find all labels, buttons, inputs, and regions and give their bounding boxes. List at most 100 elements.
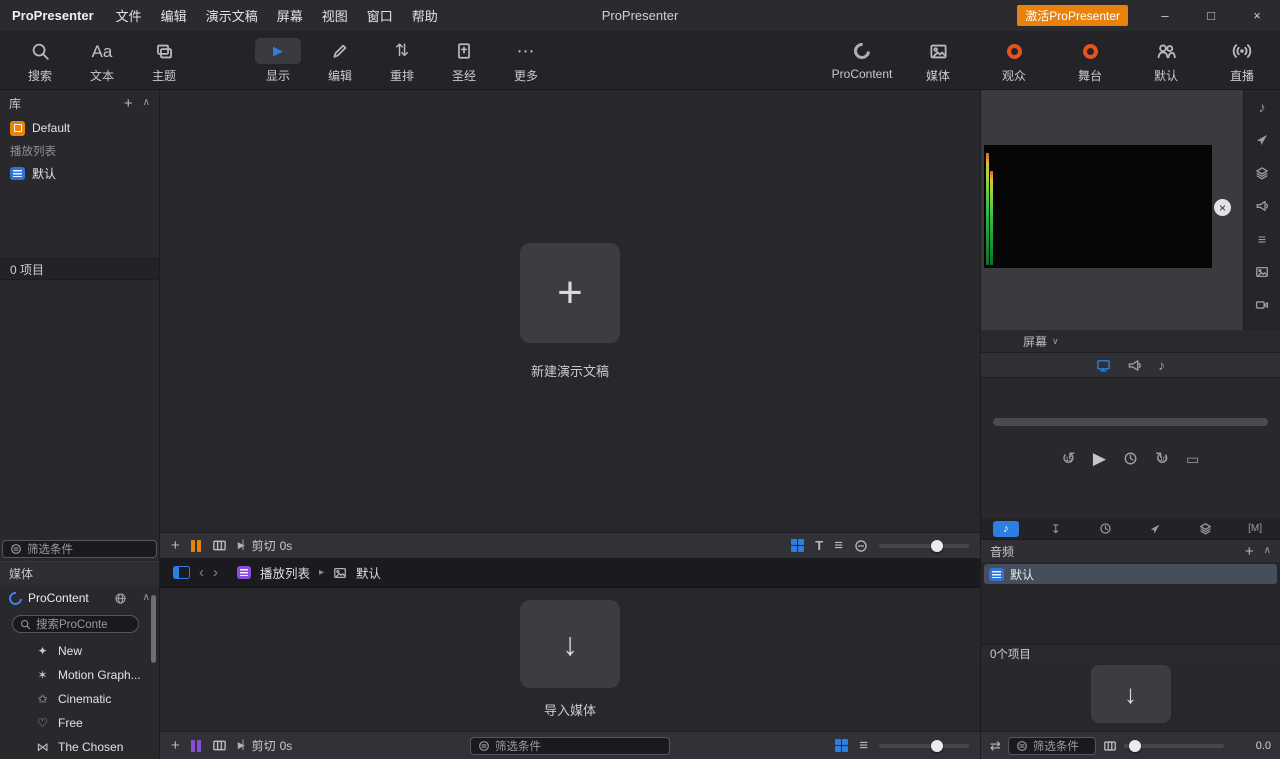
playback-timer-icon[interactable] bbox=[1123, 451, 1138, 466]
procontent-category-cinematic[interactable]: ✩ Cinematic bbox=[0, 687, 159, 711]
slider-track[interactable] bbox=[879, 744, 969, 748]
minimize-button[interactable]: – bbox=[1142, 0, 1188, 32]
toolbar-live-button[interactable]: 直播 bbox=[1218, 38, 1266, 84]
grid-view-button[interactable] bbox=[835, 739, 849, 753]
menu-help[interactable]: 帮助 bbox=[412, 6, 438, 25]
slider-thumb[interactable] bbox=[931, 540, 943, 552]
transition-icon[interactable] bbox=[212, 538, 227, 553]
group-color-icon[interactable] bbox=[191, 540, 201, 552]
transition-duration-control[interactable]: ▶▏ 剪切 0s bbox=[238, 537, 293, 554]
layers-icon[interactable] bbox=[1255, 166, 1269, 180]
procontent-source-row[interactable]: ProContent ∧ bbox=[0, 585, 159, 611]
view-options-button[interactable] bbox=[854, 539, 868, 553]
media-filter-input[interactable]: 筛选条件 bbox=[470, 737, 670, 755]
toolbar-text-button[interactable]: Aa 文本 bbox=[78, 38, 126, 84]
new-presentation-button[interactable]: + bbox=[520, 243, 620, 343]
props-arrow-icon[interactable] bbox=[1255, 133, 1269, 147]
skip-back-15-button[interactable]: ↺ 15 bbox=[1062, 450, 1076, 467]
group-color-icon[interactable] bbox=[191, 740, 201, 752]
volume-slider[interactable] bbox=[1124, 739, 1224, 753]
procontent-category-motion-graphics[interactable]: ✶ Motion Graph... bbox=[0, 663, 159, 687]
text-view-button[interactable]: T bbox=[815, 538, 823, 553]
video-camera-icon[interactable] bbox=[1255, 298, 1269, 312]
audio-collapse-button[interactable]: ∧ bbox=[1264, 546, 1271, 556]
add-media-button[interactable]: + bbox=[171, 738, 180, 753]
procontent-category-free[interactable]: ♡ Free bbox=[0, 711, 159, 735]
slider-track[interactable] bbox=[879, 544, 969, 548]
add-slide-button[interactable]: + bbox=[171, 538, 180, 553]
toolbar-more-button[interactable]: ⋯ 更多 bbox=[502, 38, 550, 84]
import-media-button[interactable]: ↓ bbox=[520, 600, 620, 688]
sidebar-toggle-icon[interactable] bbox=[173, 566, 190, 579]
library-add-button[interactable]: + bbox=[124, 96, 133, 111]
grid-view-button[interactable] bbox=[791, 539, 805, 553]
tab-audio-bin[interactable]: ♪ bbox=[981, 518, 1031, 539]
playlist-item-default[interactable]: 默认 bbox=[0, 161, 159, 185]
audio-import-button[interactable]: ↓ bbox=[1091, 665, 1171, 723]
menu-screens[interactable]: 屏幕 bbox=[277, 6, 303, 25]
screen-selector[interactable]: 屏幕 ∨ bbox=[981, 330, 1280, 352]
audio-filter-input[interactable]: 筛选条件 bbox=[1008, 737, 1096, 755]
lyrics-lines-icon[interactable]: ≡ bbox=[1258, 232, 1266, 246]
toolbar-show-button[interactable]: ▶ 显示 bbox=[254, 38, 302, 84]
menu-window[interactable]: 窗口 bbox=[367, 6, 393, 25]
tab-screen-preview[interactable] bbox=[1096, 358, 1111, 373]
tab-timers[interactable] bbox=[1081, 518, 1131, 539]
breadcrumb-playlist[interactable]: 播放列表 bbox=[260, 563, 310, 582]
toolbar-procontent-button[interactable]: ProContent bbox=[838, 38, 886, 84]
slider-thumb[interactable] bbox=[1129, 740, 1141, 752]
audio-add-button[interactable]: + bbox=[1245, 544, 1254, 559]
back-button[interactable]: ‹ bbox=[199, 565, 204, 580]
list-view-button[interactable]: ≡ bbox=[859, 738, 868, 753]
close-button[interactable]: × bbox=[1234, 0, 1280, 32]
media-size-slider[interactable] bbox=[879, 739, 969, 753]
playback-progress-bar[interactable] bbox=[993, 418, 1268, 426]
toolbar-reflow-button[interactable]: ⇅ 重排 bbox=[378, 38, 426, 84]
maximize-button[interactable]: □ bbox=[1188, 0, 1234, 32]
tab-audio-routing[interactable]: ↧ bbox=[1031, 518, 1081, 539]
toolbar-theme-button[interactable]: 主题 bbox=[140, 38, 188, 84]
toolbar-default-audience-button[interactable]: 默认 bbox=[1142, 38, 1190, 84]
media-image-icon[interactable] bbox=[1255, 265, 1269, 279]
transition-icon[interactable] bbox=[1103, 739, 1117, 753]
toolbar-audience-button[interactable]: 观众 bbox=[990, 38, 1038, 84]
slider-thumb[interactable] bbox=[931, 740, 943, 752]
transition-duration-control[interactable]: ▶▏ 剪切 0s bbox=[238, 737, 293, 754]
tab-messages[interactable] bbox=[1127, 358, 1142, 373]
library-collapse-button[interactable]: ∧ bbox=[143, 98, 150, 108]
messages-megaphone-icon[interactable] bbox=[1255, 199, 1269, 213]
audio-playlist-default[interactable]: 默认 bbox=[984, 564, 1277, 584]
menu-presentation[interactable]: 演示文稿 bbox=[206, 6, 258, 25]
tab-props[interactable] bbox=[1130, 518, 1180, 539]
tab-layers[interactable] bbox=[1180, 518, 1230, 539]
slide-size-slider[interactable] bbox=[879, 539, 969, 553]
transition-icon[interactable] bbox=[212, 738, 227, 753]
procontent-category-the-chosen[interactable]: ⋈ The Chosen bbox=[0, 735, 159, 759]
tab-audio[interactable]: ♪ bbox=[1158, 357, 1165, 373]
clear-preview-button[interactable]: × bbox=[1214, 199, 1231, 216]
toolbar-media-button[interactable]: 媒体 bbox=[914, 38, 962, 84]
list-view-button[interactable]: ≡ bbox=[834, 538, 843, 553]
menu-view[interactable]: 视图 bbox=[322, 6, 348, 25]
toolbar-bible-button[interactable]: 圣经 bbox=[440, 38, 488, 84]
procontent-collapse-button[interactable]: ∧ bbox=[143, 593, 150, 603]
toolbar-edit-button[interactable]: 编辑 bbox=[316, 38, 364, 84]
toolbar-stage-button[interactable]: 舞台 bbox=[1066, 38, 1114, 84]
skip-forward-10-button[interactable]: ↻ -10 bbox=[1155, 450, 1169, 467]
play-button[interactable]: ▶ bbox=[1093, 450, 1106, 467]
activate-propresenter-button[interactable]: 激活ProPresenter bbox=[1017, 5, 1128, 26]
forward-button[interactable]: › bbox=[213, 565, 218, 580]
tab-midi[interactable]: [M] bbox=[1230, 518, 1280, 539]
menu-edit[interactable]: 编辑 bbox=[161, 6, 187, 25]
library-item-default[interactable]: Default bbox=[0, 116, 159, 140]
procontent-category-new[interactable]: ✦ New bbox=[0, 639, 159, 663]
toolbar-search-button[interactable]: 搜索 bbox=[16, 38, 64, 84]
shuffle-icon[interactable]: ⇄ bbox=[990, 738, 1001, 754]
breadcrumb-current[interactable]: 默认 bbox=[356, 563, 381, 582]
library-filter-input[interactable]: 筛选条件 bbox=[2, 540, 157, 558]
output-device-icon[interactable]: ▭ bbox=[1186, 452, 1199, 466]
media-scrollbar-thumb[interactable] bbox=[151, 595, 156, 663]
menu-file[interactable]: 文件 bbox=[116, 6, 142, 25]
procontent-search-input[interactable]: 搜索ProConte bbox=[12, 615, 139, 633]
audio-bin-icon[interactable]: ♪ bbox=[1259, 100, 1266, 114]
